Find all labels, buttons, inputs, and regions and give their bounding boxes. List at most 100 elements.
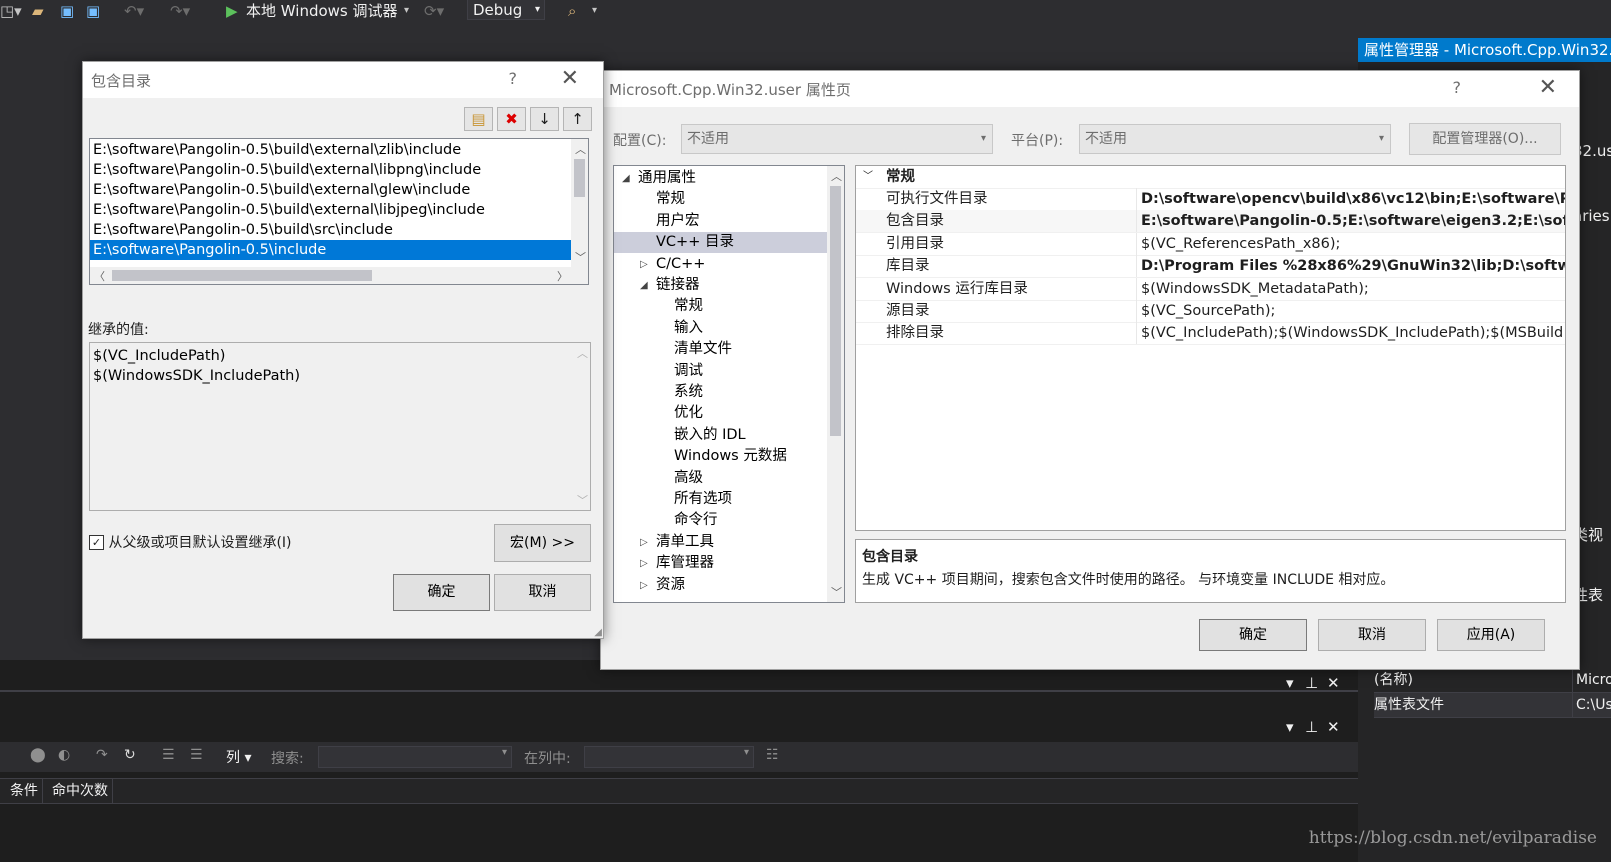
path-list-item[interactable]: E:\software\Pangolin-0.5\build\src\inclu…: [90, 220, 571, 240]
tree-item[interactable]: ▷ 资源: [614, 575, 827, 596]
solution-config-select[interactable]: Debug ▾: [467, 0, 545, 20]
scroll-thumb[interactable]: [574, 159, 585, 197]
grid-row-value[interactable]: $(VC_SourcePath);: [1136, 300, 1565, 322]
collapse-icon[interactable]: ◢: [622, 168, 630, 189]
tree-item[interactable]: ◢ 通用属性: [614, 168, 827, 189]
goto-icon[interactable]: ↻: [124, 747, 136, 763]
collapse-icon[interactable]: ◢: [640, 275, 648, 296]
cancel-button[interactable]: 取消: [494, 574, 591, 611]
tree-item[interactable]: 所有选项: [614, 489, 827, 510]
grid-row[interactable]: 库目录 D:\Program Files %28x86%29\GnuWin32\l…: [856, 255, 1565, 279]
close-icon[interactable]: ✕: [561, 66, 579, 91]
ok-button[interactable]: 确定: [393, 574, 490, 611]
ok-button[interactable]: 确定: [1199, 619, 1307, 651]
columns-dropdown[interactable]: 列 ▾: [226, 747, 251, 767]
close-icon[interactable]: ✕: [1539, 75, 1557, 100]
grid-row[interactable]: Windows 运行库目录 $(WindowsSDK_MetadataPath);: [856, 277, 1565, 301]
import-icon[interactable]: ☰: [190, 747, 203, 763]
tree-item[interactable]: 常规: [614, 189, 827, 210]
apply-button[interactable]: 应用(A): [1437, 619, 1545, 651]
tree-item[interactable]: 优化: [614, 403, 827, 424]
tree-item[interactable]: ▷ 库管理器: [614, 553, 827, 574]
inherit-checkbox[interactable]: ✓: [89, 534, 104, 550]
grid-row-value[interactable]: $(VC_ReferencesPath_x86);: [1136, 232, 1565, 255]
tree-item[interactable]: VC++ 目录: [614, 232, 827, 254]
property-row[interactable]: 属性表文件 C:\Use: [1374, 693, 1611, 718]
redo-icon[interactable]: ↷▾: [170, 1, 190, 21]
close-icon[interactable]: ✕: [1327, 674, 1340, 692]
window-position-icon[interactable]: ▾: [1286, 674, 1294, 692]
grid-row-value[interactable]: D:\software\opencv\build\x86\vc12\bin;E:…: [1136, 188, 1565, 210]
column-select[interactable]: ▾: [584, 746, 754, 768]
path-list-item[interactable]: E:\software\Pangolin-0.5\include: [90, 240, 571, 260]
property-manager-tab[interactable]: 属性管理器 - Microsoft.Cpp.Win32.: [1358, 38, 1611, 62]
scroll-up-icon[interactable]: ︿: [831, 168, 842, 184]
start-debug-icon[interactable]: ▶: [226, 1, 238, 21]
settings-list-icon[interactable]: ☷: [766, 747, 779, 763]
grid-row[interactable]: 排除目录 $(VC_IncludePath);$(WindowsSDK_Inclu…: [856, 322, 1565, 346]
toolbar-overflow-icon[interactable]: ▾: [592, 1, 597, 21]
tree-item[interactable]: ▷ 清单工具: [614, 532, 827, 553]
macros-button[interactable]: 宏(M) >>: [494, 524, 591, 562]
column-header-condition[interactable]: 条件: [6, 779, 43, 803]
grid-row[interactable]: 源目录 $(VC_SourcePath);: [856, 300, 1565, 323]
grid-section-header[interactable]: ﹀ 常规: [856, 166, 1565, 189]
window-position-icon[interactable]: ▾: [1286, 718, 1294, 736]
path-list-item[interactable]: E:\software\Pangolin-0.5\build\external\…: [90, 140, 571, 160]
grid-row[interactable]: 引用目录 $(VC_ReferencesPath_x86);: [856, 232, 1565, 256]
grid-row-value[interactable]: E:\software\Pangolin-0.5;E:\software\eig…: [1136, 210, 1565, 233]
export-icon[interactable]: ☰: [162, 747, 175, 763]
scroll-up-icon[interactable]: ︿: [575, 141, 586, 157]
save-all-icon[interactable]: ▣: [86, 1, 100, 21]
tree-item[interactable]: 高级: [614, 468, 827, 489]
property-row[interactable]: (名称) Micro: [1374, 668, 1611, 693]
scroll-thumb[interactable]: [830, 186, 841, 436]
grid-row[interactable]: 可执行文件目录 D:\software\opencv\build\x86\vc12…: [856, 188, 1565, 211]
expand-icon[interactable]: ▷: [640, 575, 648, 596]
open-folder-icon[interactable]: ▰: [32, 1, 44, 21]
column-header-hit-count[interactable]: 命中次数: [48, 779, 113, 803]
tree-item[interactable]: ▷ C/C++: [614, 254, 827, 275]
tree-item[interactable]: 嵌入的 IDL: [614, 425, 827, 446]
expand-icon[interactable]: ▷: [640, 254, 648, 275]
close-icon[interactable]: ✕: [1327, 718, 1340, 736]
new-project-icon[interactable]: ◳▾: [0, 1, 22, 21]
chevron-down-icon[interactable]: ▾: [404, 1, 409, 21]
pin-icon[interactable]: ⊥: [1305, 674, 1318, 692]
cancel-button[interactable]: 取消: [1318, 619, 1426, 651]
tree-item[interactable]: 用户宏: [614, 211, 827, 232]
scroll-thumb[interactable]: [112, 270, 372, 281]
delete-breakpoint-icon[interactable]: ⬤: [30, 747, 46, 763]
scroll-left-icon[interactable]: 〈: [94, 268, 105, 284]
grid-row-value[interactable]: $(VC_IncludePath);$(WindowsSDK_IncludePa…: [1136, 322, 1565, 345]
path-list-item[interactable]: E:\software\Pangolin-0.5\build\external\…: [90, 200, 571, 220]
help-icon[interactable]: ?: [1453, 78, 1462, 97]
expand-icon[interactable]: ▷: [640, 553, 648, 574]
tree-item[interactable]: ◢ 链接器: [614, 275, 827, 296]
scroll-down-icon[interactable]: ﹀: [831, 584, 842, 600]
toggle-breakpoints-icon[interactable]: ◐: [58, 747, 70, 763]
expand-icon[interactable]: ▷: [640, 532, 648, 553]
resize-grip-icon[interactable]: ◢: [594, 627, 602, 638]
tree-item[interactable]: 调试: [614, 361, 827, 382]
find-in-files-icon[interactable]: ⌕: [568, 1, 576, 21]
tree-item[interactable]: 输入: [614, 318, 827, 339]
scroll-right-icon[interactable]: 〉: [557, 268, 568, 284]
tree-item[interactable]: 命令行: [614, 510, 827, 531]
tree-item[interactable]: 清单文件: [614, 339, 827, 360]
save-icon[interactable]: ▣: [60, 1, 74, 21]
refresh-icon[interactable]: ⟳▾: [424, 1, 444, 21]
pin-icon[interactable]: ⊥: [1305, 718, 1318, 736]
grid-row-value[interactable]: $(WindowsSDK_MetadataPath);: [1136, 277, 1565, 300]
path-list-item[interactable]: E:\software\Pangolin-0.5\build\external\…: [90, 160, 571, 180]
search-input[interactable]: ▾: [318, 746, 512, 768]
start-debug-button[interactable]: 本地 Windows 调试器: [246, 1, 398, 21]
path-list-item[interactable]: E:\software\Pangolin-0.5\build\external\…: [90, 180, 571, 200]
list-hscrollbar[interactable]: 〈 〉: [90, 267, 588, 284]
undo-icon[interactable]: ↷: [96, 747, 108, 763]
grid-row[interactable]: 包含目录 E:\software\Pangolin-0.5;E:\software…: [856, 210, 1565, 234]
tree-item[interactable]: 常规: [614, 296, 827, 317]
grid-row-value[interactable]: D:\Program Files %28x86%29\GnuWin32\lib;…: [1136, 255, 1565, 278]
scroll-down-icon[interactable]: ﹀: [575, 249, 586, 265]
move-up-button[interactable]: ↑: [563, 107, 592, 131]
